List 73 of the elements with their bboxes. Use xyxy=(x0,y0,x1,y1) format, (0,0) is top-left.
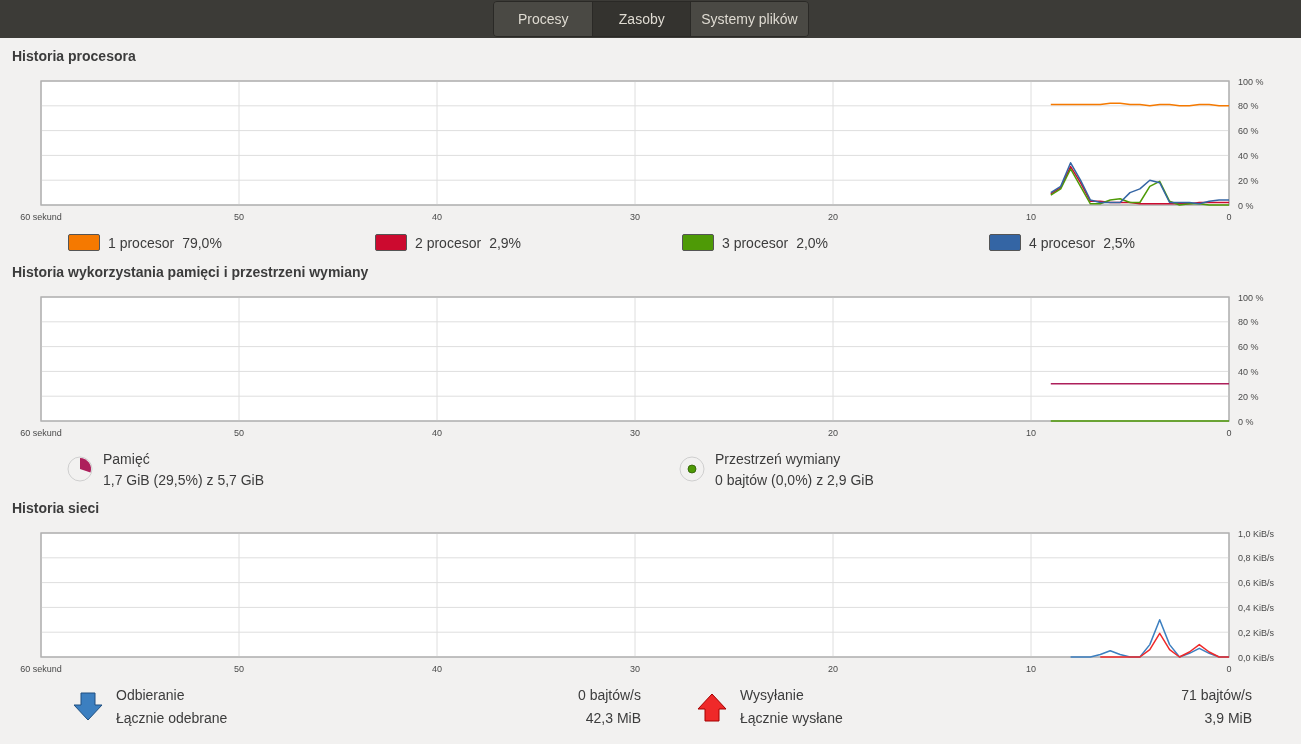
y-axis-label: 0,8 KiB/s xyxy=(1238,553,1275,564)
legend-label: Pamięć xyxy=(103,450,151,467)
tab[interactable]: Systemy plików xyxy=(690,2,808,36)
x-axis-label: 10 xyxy=(1026,664,1036,674)
color-swatch[interactable] xyxy=(682,234,714,251)
x-axis-label: 40 xyxy=(432,428,442,438)
y-axis-label: 60 % xyxy=(1238,342,1259,353)
pie-chart-icon[interactable] xyxy=(679,456,705,482)
legend-label: 1 procesor xyxy=(108,234,175,251)
legend-value: 2,0% xyxy=(796,234,829,251)
x-axis-label: 50 xyxy=(234,428,244,438)
x-axis-label: 20 xyxy=(828,428,838,438)
x-axis-label: 30 xyxy=(630,212,640,222)
y-axis-label: 40 % xyxy=(1238,150,1259,161)
x-axis-label: 30 xyxy=(630,428,640,438)
color-swatch[interactable] xyxy=(68,234,100,251)
y-axis-label: 1,0 KiB/s xyxy=(1238,528,1275,539)
x-axis-label: 0 xyxy=(1226,212,1232,222)
y-axis-label: 20 % xyxy=(1238,391,1259,402)
x-axis-label: 60 sekund xyxy=(20,664,62,674)
legend-value: 2,9% xyxy=(489,234,522,251)
x-axis-label: 30 xyxy=(630,664,640,674)
x-axis-label: 20 xyxy=(828,664,838,674)
down-arrow-icon xyxy=(73,691,103,722)
y-axis-label: 0,0 KiB/s xyxy=(1238,652,1275,663)
x-axis-label: 60 sekund xyxy=(20,212,62,222)
x-axis-label: 40 xyxy=(432,212,442,222)
legend-label: 4 procesor xyxy=(1029,234,1096,251)
y-axis-label: 0,4 KiB/s xyxy=(1238,602,1275,613)
x-axis-label: 60 sekund xyxy=(20,428,62,438)
y-axis-label: 100 % xyxy=(1238,292,1264,303)
x-axis-label: 50 xyxy=(234,664,244,674)
rate-value: 71 bajtów/s xyxy=(1181,687,1252,703)
legend-value: 0 bajtów (0,0%) z 2,9 GiB xyxy=(715,471,874,488)
legend-value: 79,0% xyxy=(182,234,222,251)
y-axis-label: 0 % xyxy=(1238,200,1254,211)
rate-value: 0 bajtów/s xyxy=(577,687,641,703)
total-value: 42,3 MiB xyxy=(584,710,641,726)
y-axis-label: 40 % xyxy=(1238,366,1259,377)
section-title: Historia sieci xyxy=(11,499,101,518)
x-axis-label: 0 xyxy=(1226,428,1232,438)
legend-label: Przestrzeń wymiany xyxy=(715,450,842,467)
up-arrow-icon xyxy=(697,691,727,722)
tab[interactable]: Zasoby xyxy=(592,2,691,36)
x-axis-label: 50 xyxy=(234,212,244,222)
tab[interactable]: Procesy xyxy=(494,2,593,36)
y-axis-label: 100 % xyxy=(1238,76,1264,87)
total-label: Łącznie wysłane xyxy=(740,710,844,726)
legend-value: 1,7 GiB (29,5%) z 5,7 GiB xyxy=(103,471,265,488)
y-axis-label: 60 % xyxy=(1238,126,1259,137)
x-axis-label: 0 xyxy=(1226,664,1232,674)
y-axis-label: 80 % xyxy=(1238,317,1259,328)
total-label: Łącznie odebrane xyxy=(116,710,229,726)
y-axis-label: 0,6 KiB/s xyxy=(1238,578,1275,589)
legend-label: 3 procesor xyxy=(722,234,789,251)
legend-label: Wysyłanie xyxy=(740,687,805,703)
x-axis-label: 10 xyxy=(1026,428,1036,438)
x-axis-label: 40 xyxy=(432,664,442,674)
pie-chart-icon[interactable] xyxy=(67,456,93,482)
total-value: 3,9 MiB xyxy=(1203,710,1252,726)
y-axis-label: 20 % xyxy=(1238,175,1259,186)
y-axis-label: 0,2 KiB/s xyxy=(1238,627,1275,638)
section-title: Historia procesora xyxy=(11,47,137,66)
y-axis-label: 0 % xyxy=(1238,416,1254,427)
legend-label: 2 procesor xyxy=(415,234,482,251)
color-swatch[interactable] xyxy=(989,234,1021,251)
legend-label: Odbieranie xyxy=(116,687,186,703)
x-axis-label: 20 xyxy=(828,212,838,222)
section-title: Historia wykorzystania pamięci i przestrzeni wymiany xyxy=(11,263,370,282)
x-axis-label: 10 xyxy=(1026,212,1036,222)
legend-value: 2,5% xyxy=(1103,234,1136,251)
color-swatch[interactable] xyxy=(375,234,407,251)
y-axis-label: 80 % xyxy=(1238,101,1259,112)
